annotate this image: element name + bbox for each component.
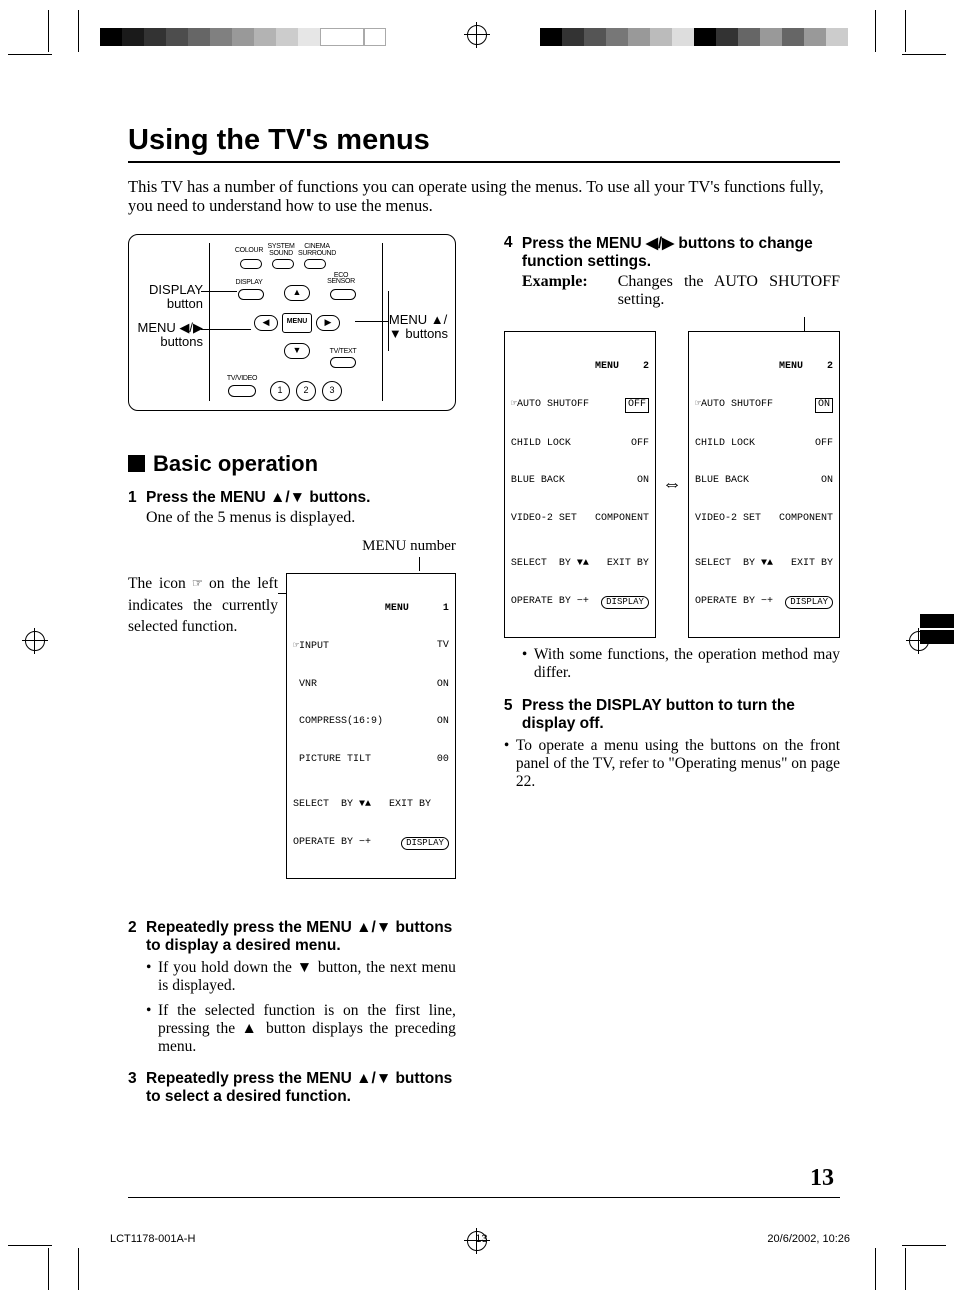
- step-1-note-row: The icon ☞ on the left indicates the cur…: [128, 573, 456, 879]
- left-column: DISPLAY button MENU ◀/▶ buttons MENU ▲/▼…: [128, 234, 456, 1109]
- step-4-bullets: With some functions, the operation metho…: [522, 646, 840, 683]
- label-eco: ECOSENSOR: [326, 273, 356, 286]
- step-5-heading: 5Press the DISPLAY button to turn the di…: [504, 697, 840, 733]
- registration-mark-icon: [464, 1228, 490, 1254]
- step-2-bullet-1: If you hold down the ▼ button, the next …: [146, 959, 456, 996]
- menu-up-button: ▲: [284, 285, 310, 301]
- num-1-button: 1: [270, 381, 290, 401]
- menu-center-button: MENU: [282, 313, 312, 333]
- label-display: DISPLAY: [232, 279, 266, 286]
- content-area: Using the TV's menus This TV has a numbe…: [128, 124, 840, 1108]
- label-surround: SURROUND: [296, 250, 338, 257]
- label-sound: SOUND: [266, 250, 296, 257]
- menu-down-button: ▼: [284, 343, 310, 359]
- step-2-bullet-2: If the selected function is on the first…: [146, 1002, 456, 1057]
- remote-body: COLOUR SYSTEM SOUND CINEMA SURROUND DISP…: [209, 243, 383, 401]
- footer-date: 20/6/2002, 10:26: [767, 1233, 850, 1245]
- osd-menu-2b: MENU2 ☞AUTO SHUTOFFON CHILD LOCKOFF BLUE…: [688, 331, 840, 638]
- osd-menu-2a: MENU2 ☞AUTO SHUTOFFOFF CHILD LOCKOFF BLU…: [504, 331, 656, 638]
- right-column: 4Press the MENU ◀/▶ buttons to change fu…: [504, 234, 840, 1109]
- title-rule: [128, 161, 840, 163]
- page: Using the TV's menus This TV has a numbe…: [0, 0, 954, 1300]
- step-4-note: With some functions, the operation metho…: [522, 646, 840, 683]
- step-1-heading: 1Press the MENU ▲/▼ buttons.: [128, 489, 456, 507]
- registration-mark-icon: [464, 22, 490, 48]
- example-label: Example:: [522, 273, 588, 309]
- callout-menu-lr: MENU ◀/▶ buttons: [133, 321, 203, 350]
- menu-number-label: MENU number: [128, 538, 456, 555]
- step-2-heading: 2Repeatedly press the MENU ▲/▼ buttons t…: [128, 919, 456, 955]
- step-2-bullets: If you hold down the ▼ button, the next …: [146, 959, 456, 1056]
- square-bullet-icon: [128, 455, 145, 472]
- num-3-button: 3: [322, 381, 342, 401]
- label-cinema: CINEMA: [300, 243, 334, 250]
- registration-mark-icon: [22, 628, 48, 654]
- transition-arrow-icon: ⇔: [662, 473, 682, 496]
- label-tvtext: TV/TEXT: [326, 348, 360, 355]
- two-column-layout: DISPLAY button MENU ◀/▶ buttons MENU ▲/▼…: [128, 234, 840, 1109]
- footer-code: LCT1178-001A-H: [110, 1233, 195, 1245]
- callout-display: DISPLAY button: [133, 283, 203, 312]
- step-4-example: Example: Changes the AUTO SHUTOFF settin…: [522, 273, 840, 309]
- num-2-button: 2: [296, 381, 316, 401]
- callout-menu-ud: MENU ▲/▼ buttons: [389, 313, 451, 342]
- bleed-mark: [920, 630, 954, 644]
- step-4-heading: 4Press the MENU ◀/▶ buttons to change fu…: [504, 234, 840, 271]
- intro-text: This TV has a number of functions you ca…: [128, 177, 840, 216]
- bleed-mark: [920, 614, 954, 628]
- section-heading-basic: Basic operation: [128, 451, 456, 477]
- menu-left-button: ◀: [254, 315, 278, 331]
- osd-menu-1: MENU1 ☞INPUTTV VNRON COMPRESS(16:9)ON PI…: [286, 573, 456, 879]
- tail-bullets: To operate a menu using the buttons on t…: [504, 737, 840, 792]
- label-system: SYSTEM: [266, 243, 296, 250]
- page-title: Using the TV's menus: [128, 124, 840, 157]
- label-colour: COLOUR: [234, 247, 264, 254]
- osd-before-after: MENU2 ☞AUTO SHUTOFFOFF CHILD LOCKOFF BLU…: [504, 331, 840, 638]
- example-desc: Changes the AUTO SHUTOFF setting.: [618, 273, 840, 309]
- pointer-icon: ☞: [193, 574, 202, 592]
- step-1-note: The icon ☞ on the left indicates the cur…: [128, 573, 278, 879]
- label-tvvideo: TV/VIDEO: [222, 375, 262, 382]
- menu-right-button: ▶: [316, 315, 340, 331]
- page-number: 13: [810, 1165, 834, 1192]
- step-3-heading: 3Repeatedly press the MENU ▲/▼ buttons t…: [128, 1070, 456, 1106]
- tail-note: To operate a menu using the buttons on t…: [504, 737, 840, 792]
- page-number-rule: [128, 1197, 840, 1198]
- remote-diagram: DISPLAY button MENU ◀/▶ buttons MENU ▲/▼…: [128, 234, 456, 411]
- step-1-body: One of the 5 menus is displayed.: [146, 509, 456, 528]
